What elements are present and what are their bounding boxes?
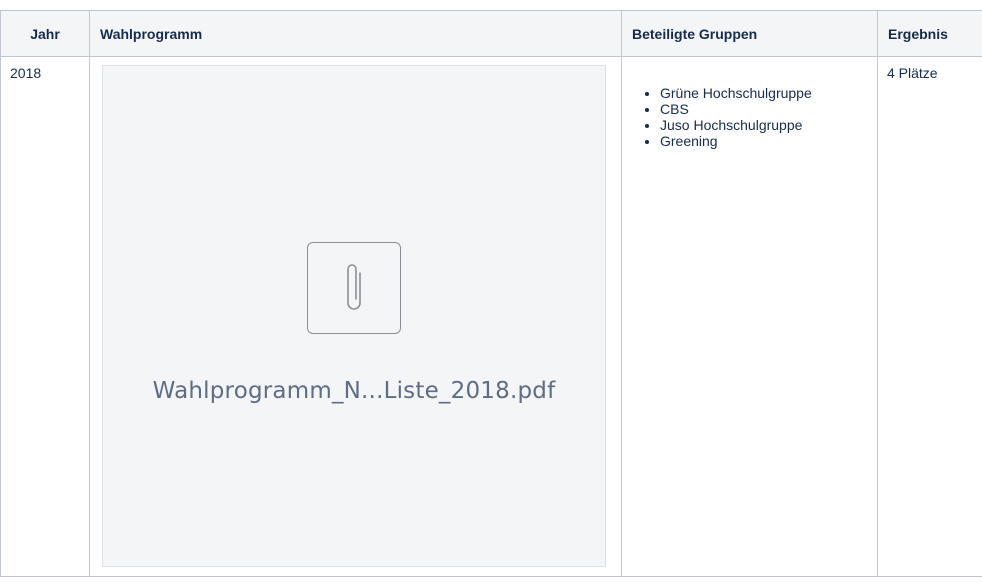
table-row: 2018 Wahlprogramm_N...Liste_2018.pdf • G… <box>0 56 982 577</box>
file-attachment-preview[interactable]: Wahlprogramm_N...Liste_2018.pdf <box>102 65 606 567</box>
list-item: Greening <box>660 133 877 149</box>
cell-wahlprogramm: Wahlprogramm_N...Liste_2018.pdf <box>89 56 622 577</box>
table-header-row: Jahr Wahlprogramm Beteiligte Gruppen Erg… <box>0 10 982 57</box>
result-value: 4 Plätze <box>887 65 938 81</box>
list-item: CBS <box>660 101 877 117</box>
cell-jahr: 2018 <box>0 56 90 577</box>
paperclip-icon <box>307 242 401 334</box>
cell-beteiligte-gruppen: Grüne Hochschulgruppe CBS Juso Hochschul… <box>621 56 878 577</box>
cell-ergebnis: 4 Plätze <box>877 56 982 577</box>
list-item: Juso Hochschulgruppe <box>660 117 877 133</box>
year-value: 2018 <box>10 65 42 81</box>
list-item: Grüne Hochschulgruppe <box>660 85 877 101</box>
attachment-file-name[interactable]: Wahlprogramm_N...Liste_2018.pdf <box>103 378 605 404</box>
election-results-table: Jahr Wahlprogramm Beteiligte Gruppen Erg… <box>0 10 982 577</box>
header-beteiligte-gruppen: Beteiligte Gruppen <box>621 10 878 57</box>
results-table-container: Jahr Wahlprogramm Beteiligte Gruppen Erg… <box>0 10 982 586</box>
header-wahlprogramm: Wahlprogramm <box>89 10 622 57</box>
groups-list: Grüne Hochschulgruppe CBS Juso Hochschul… <box>622 85 877 149</box>
header-ergebnis: Ergebnis <box>877 10 982 57</box>
header-jahr: Jahr <box>0 10 90 57</box>
